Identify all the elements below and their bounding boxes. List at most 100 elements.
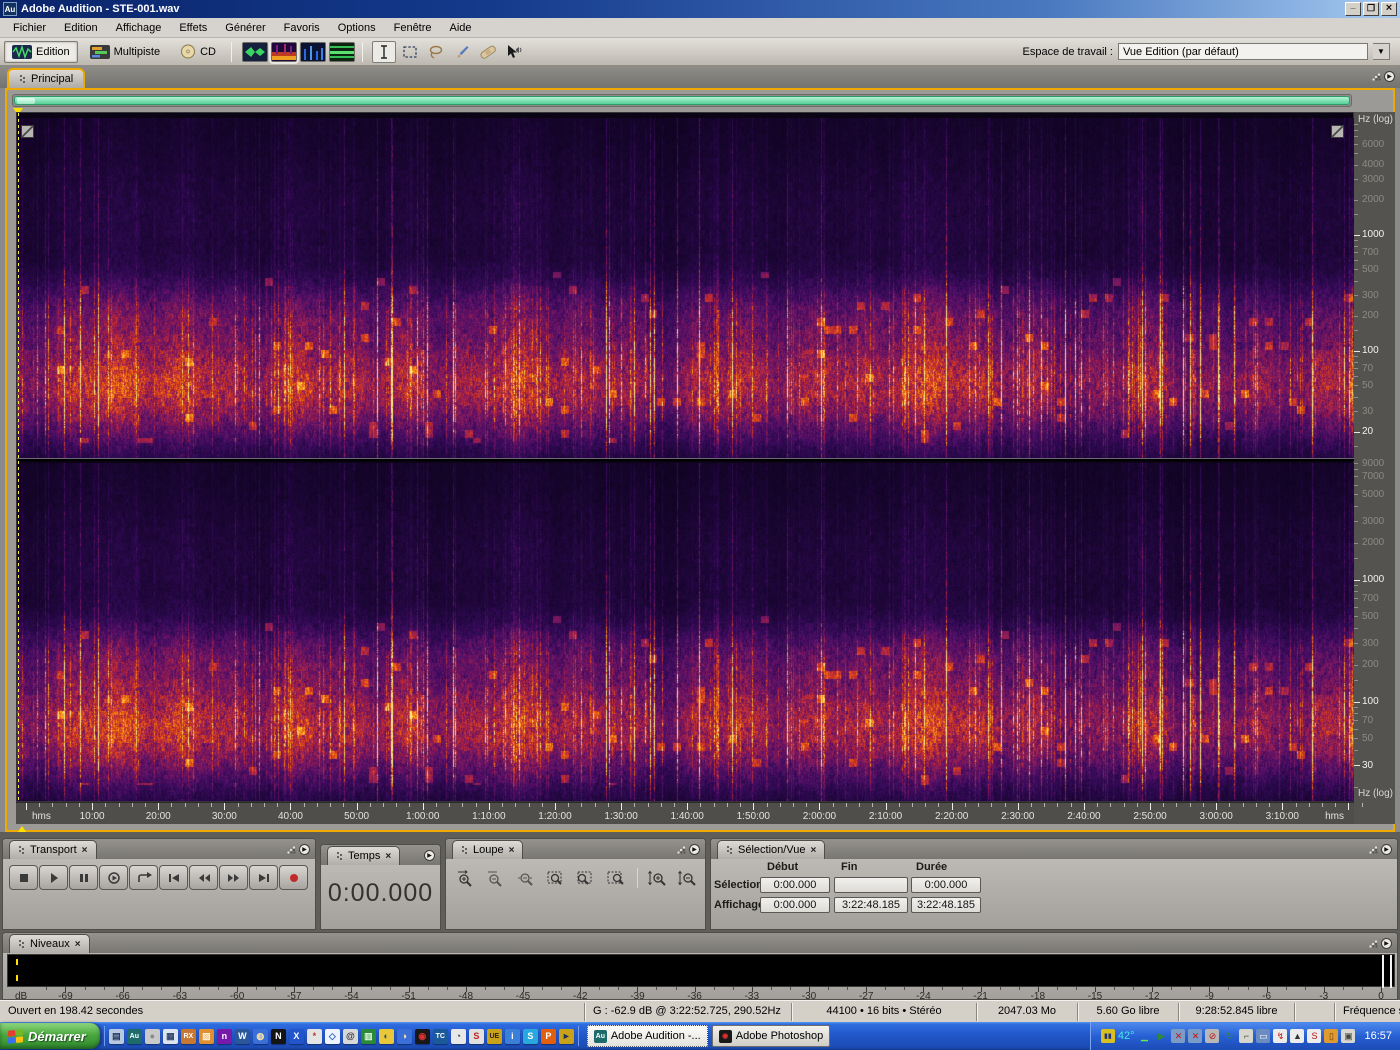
- tray-network-error-2-icon[interactable]: ✕: [1188, 1029, 1203, 1043]
- menu-item[interactable]: Fichier: [4, 20, 55, 36]
- menu-item[interactable]: Favoris: [275, 20, 329, 36]
- minimize-button[interactable]: [1345, 2, 1361, 16]
- spectral-frequency-view-button[interactable]: [269, 39, 299, 64]
- zoom-to-selection-button[interactable]: [542, 866, 570, 890]
- folder-icon[interactable]: ▨: [198, 1028, 214, 1044]
- corner-handle-right-icon[interactable]: [1331, 125, 1344, 138]
- star-burst-icon[interactable]: *: [306, 1028, 322, 1044]
- tab-transport[interactable]: Transport: [9, 840, 97, 859]
- tray-meter-icon[interactable]: ▮▮: [1100, 1029, 1115, 1043]
- x-tool-icon[interactable]: X: [288, 1028, 304, 1044]
- ultraedit-icon[interactable]: UE: [486, 1028, 502, 1044]
- record-button[interactable]: [279, 865, 308, 890]
- tray-jar-icon[interactable]: ▯: [1324, 1029, 1339, 1043]
- menu-item[interactable]: Générer: [216, 20, 274, 36]
- tab-selection-vue[interactable]: Sélection/Vue: [717, 840, 826, 859]
- timeline-ruler[interactable]: hms hms 10:00 20:00 30:00 40:00 50:00 1:00:00…: [16, 802, 1363, 824]
- close-tab-icon[interactable]: [75, 939, 81, 950]
- time-selection-tool-button[interactable]: [372, 40, 396, 63]
- loupe-panel-menu[interactable]: [677, 844, 700, 855]
- level-meter[interactable]: [7, 954, 1395, 988]
- close-button[interactable]: [1381, 2, 1397, 16]
- green-chart-icon[interactable]: ▥: [360, 1028, 376, 1044]
- restore-button[interactable]: [1363, 2, 1379, 16]
- spectral-display[interactable]: [16, 112, 1355, 803]
- menu-item[interactable]: Affichage: [107, 20, 171, 36]
- photoshop-eye-icon[interactable]: ◉: [414, 1028, 430, 1044]
- channel-divider[interactable]: [17, 458, 1355, 461]
- frequency-ruler-bottom-channel[interactable]: 30 50 70 100 200 300 500 700 1000 2000 3000 5000 700…: [1354, 458, 1395, 804]
- play-looped-button[interactable]: [99, 865, 128, 890]
- selection-debut-field[interactable]: 0:00.000: [760, 877, 830, 893]
- close-tab-icon[interactable]: [509, 845, 515, 856]
- tray-mouse-icon[interactable]: ▣: [1341, 1029, 1356, 1043]
- zoom-out-full-button[interactable]: [512, 866, 540, 890]
- zoom-in-right-edge-button[interactable]: [602, 866, 630, 890]
- tab-loupe[interactable]: Loupe: [452, 840, 524, 859]
- sbp-icon[interactable]: S: [468, 1028, 484, 1044]
- tray-network-error-icon[interactable]: ✕: [1171, 1029, 1186, 1043]
- affichage-duree-field[interactable]: 3:22:48.185: [911, 897, 981, 913]
- start-button[interactable]: Démarrer: [0, 1023, 100, 1049]
- lasso-selection-tool-button[interactable]: [424, 41, 448, 63]
- workspace-select[interactable]: Vue Edition (par défaut): [1118, 43, 1368, 60]
- edition-mode-button[interactable]: Edition: [4, 40, 78, 63]
- waveform-view-button[interactable]: [242, 41, 268, 62]
- notes-icon[interactable]: N: [270, 1028, 286, 1044]
- globe-blue-icon[interactable]: ◑: [396, 1028, 412, 1044]
- play-button[interactable]: [39, 865, 68, 890]
- zoom-out-horizontally-button[interactable]: [482, 866, 510, 890]
- tray-recycle-icon[interactable]: ↻: [1222, 1029, 1236, 1043]
- horizontal-scrollbar[interactable]: [12, 94, 1352, 107]
- spectral-phase-view-button[interactable]: [329, 41, 355, 62]
- frequency-ruler-top-channel[interactable]: 20 30 50 70 100 200 300 500 700 1000 2000 3000 4000 6…: [1354, 112, 1395, 459]
- menu-item[interactable]: Aide: [441, 20, 481, 36]
- close-tab-icon[interactable]: [385, 851, 391, 862]
- tab-niveaux[interactable]: Niveaux: [9, 934, 90, 953]
- tray-minimized-strip-icon[interactable]: ▁: [1137, 1029, 1151, 1043]
- scrub-tool-button[interactable]: [502, 41, 526, 63]
- menu-item[interactable]: Fenêtre: [385, 20, 441, 36]
- keyboard-icon[interactable]: ▤: [108, 1028, 124, 1044]
- tray-cursor-icon[interactable]: ▲: [1290, 1029, 1305, 1043]
- effects-paintbrush-tool-button[interactable]: [450, 41, 474, 63]
- marquee-selection-tool-button[interactable]: [398, 41, 422, 63]
- multipiste-mode-button[interactable]: Multipiste: [82, 41, 168, 63]
- dial-clock-icon[interactable]: ◔: [450, 1028, 466, 1044]
- temps-panel-menu[interactable]: [424, 850, 435, 861]
- messenger-icon[interactable]: i: [504, 1028, 520, 1044]
- tab-principal[interactable]: Principal: [7, 68, 86, 88]
- title-bar[interactable]: Au Adobe Audition - STE-001.wav: [0, 0, 1400, 18]
- tray-mouse-cable-icon[interactable]: ⌐: [1239, 1029, 1254, 1043]
- close-tab-icon[interactable]: [82, 845, 88, 856]
- taskbar-window-photoshop[interactable]: ◉ Adobe Photoshop: [711, 1025, 831, 1047]
- tray-blocked-icon[interactable]: ⊘: [1205, 1029, 1220, 1043]
- media-sphere-icon[interactable]: ●: [144, 1028, 160, 1044]
- playhead-line[interactable]: [18, 113, 19, 803]
- spectrogram-right-channel[interactable]: [17, 463, 1355, 801]
- word-icon[interactable]: W: [234, 1028, 250, 1044]
- pause-button[interactable]: [69, 865, 98, 890]
- onenote-icon[interactable]: n: [216, 1028, 232, 1044]
- tray-flag-icon[interactable]: ▶: [1154, 1029, 1168, 1043]
- go-to-beginning-button[interactable]: [159, 865, 188, 890]
- spot-healing-brush-tool-button[interactable]: [476, 41, 500, 63]
- workspace-dropdown-arrow-icon[interactable]: [1373, 43, 1390, 60]
- skype-icon[interactable]: S: [522, 1028, 538, 1044]
- spectrogram-left-channel[interactable]: [17, 118, 1355, 460]
- media-player-icon[interactable]: ►: [558, 1028, 574, 1044]
- menu-item[interactable]: Options: [329, 20, 385, 36]
- total-commander-icon[interactable]: TC: [432, 1028, 448, 1044]
- at-sign-icon[interactable]: @: [342, 1028, 358, 1044]
- zoom-in-vertically-button[interactable]: [643, 866, 671, 890]
- selection-vue-panel-menu[interactable]: [1369, 844, 1392, 855]
- loop-button[interactable]: [129, 865, 158, 890]
- browser-planet-icon[interactable]: ◍: [252, 1028, 268, 1044]
- zoom-out-vertically-button[interactable]: [673, 866, 701, 890]
- close-tab-icon[interactable]: [810, 845, 816, 856]
- scrollbar-thumb[interactable]: [14, 96, 1350, 105]
- zoom-in-horizontally-button[interactable]: [452, 866, 480, 890]
- menu-item[interactable]: Edition: [55, 20, 107, 36]
- pdf-icon[interactable]: P: [540, 1028, 556, 1044]
- frequency-ruler[interactable]: Hz (log) 20 30 50 70 100 200 300 500 700 1000 2000…: [1354, 112, 1395, 824]
